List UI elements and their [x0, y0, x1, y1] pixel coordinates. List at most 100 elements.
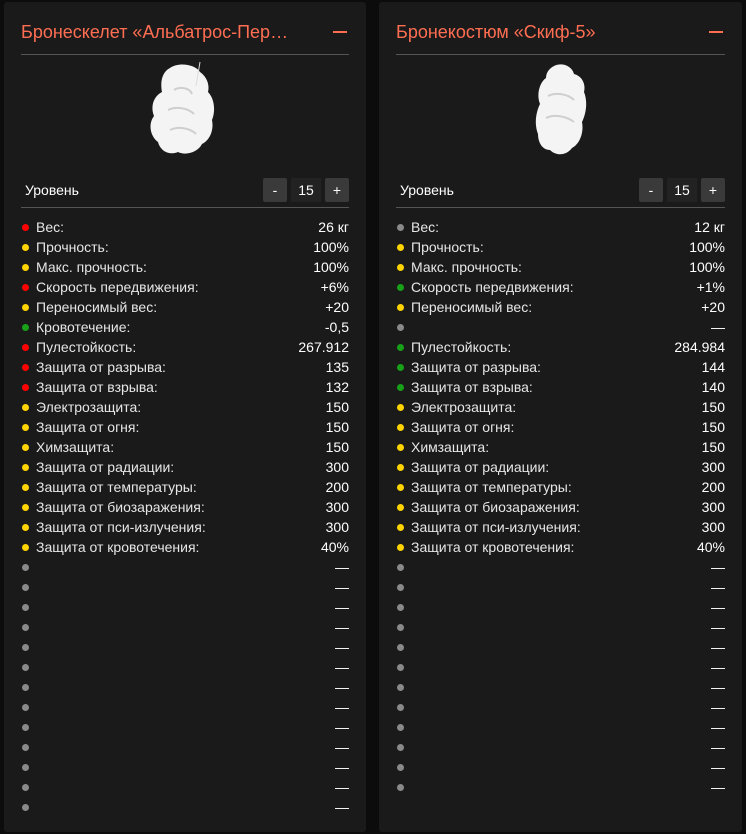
stat-value: —: [711, 579, 725, 595]
stat-row: —: [396, 617, 725, 637]
stat-label: Защита от кровотечения:: [411, 539, 575, 555]
stat-value: —: [711, 599, 725, 615]
stat-row: Защита от биозаражения: 300: [21, 497, 349, 517]
stat-value: —: [335, 559, 349, 575]
level-stepper: - 15 +: [263, 177, 349, 202]
status-dot-icon: [397, 463, 404, 471]
stat-row: Пулестойкость: 284.984: [396, 337, 725, 357]
status-dot-icon: [22, 783, 29, 791]
status-dot-icon: [397, 243, 404, 251]
status-dot-icon: [397, 363, 404, 371]
stat-value: +6%: [320, 279, 349, 295]
level-decrease-button[interactable]: -: [263, 177, 287, 202]
stat-label: Защита от пси-излучения:: [36, 519, 206, 535]
stat-row: —: [396, 717, 725, 737]
status-dot-icon: [22, 763, 29, 771]
stat-value: —: [335, 599, 349, 615]
stat-row: Прочность: 100%: [396, 237, 725, 257]
stat-row: Кровотечение: -0,5: [21, 317, 349, 337]
stat-label: Прочность:: [411, 239, 484, 255]
status-dot-icon: [397, 303, 404, 311]
stat-value: 135: [325, 359, 349, 375]
stat-value: —: [711, 559, 725, 575]
stat-row: Пулестойкость: 267.912: [21, 337, 349, 357]
stat-row: —: [21, 757, 349, 777]
status-dot-icon: [397, 403, 404, 411]
stat-row: —: [396, 657, 725, 677]
stat-row: Защита от разрыва: 135: [21, 357, 349, 377]
stat-label: Защита от температуры:: [36, 479, 197, 495]
stat-value: +20: [701, 299, 725, 315]
panel-header: Бронекостюм «Скиф-5»: [396, 2, 725, 55]
status-dot-icon: [22, 723, 29, 731]
stat-value: 300: [701, 459, 725, 475]
stat-label: Защита от разрыва:: [36, 359, 166, 375]
stat-value: 26 кг: [318, 219, 349, 235]
stat-value: —: [335, 579, 349, 595]
level-row: Уровень - 15 +: [396, 172, 725, 208]
stat-label: Вес:: [36, 219, 65, 235]
stat-row: Вес: 26 кг: [21, 217, 349, 237]
stat-value: —: [711, 659, 725, 675]
status-dot-icon: [397, 343, 404, 351]
stat-row: Защита от радиации: 300: [21, 457, 349, 477]
status-dot-icon: [397, 583, 404, 591]
stat-value: 200: [701, 479, 725, 495]
level-increase-button[interactable]: +: [701, 177, 725, 202]
stat-row: Электрозащита: 150: [21, 397, 349, 417]
stat-row: —: [396, 777, 725, 797]
stat-row: —: [396, 757, 725, 777]
stat-row: Защита от взрыва: 132: [21, 377, 349, 397]
stat-row: —: [396, 317, 725, 337]
stat-row: Защита от температуры: 200: [396, 477, 725, 497]
item-image: [379, 60, 742, 160]
stat-value: -0,5: [324, 319, 349, 335]
status-dot-icon: [22, 743, 29, 751]
stat-row: Защита от температуры: 200: [21, 477, 349, 497]
stat-value: 150: [701, 419, 725, 435]
stat-value: 100%: [313, 259, 349, 275]
status-dot-icon: [22, 223, 29, 231]
stat-value: —: [335, 659, 349, 675]
status-dot-icon: [22, 603, 29, 611]
stat-value: 150: [325, 439, 349, 455]
stat-label: Скорость передвижения:: [36, 279, 199, 295]
status-dot-icon: [397, 683, 404, 691]
stat-label: Кровотечение:: [36, 319, 131, 335]
stat-row: Защита от пси-излучения: 300: [396, 517, 725, 537]
stat-row: —: [21, 797, 349, 817]
stats-list: Вес: 12 кг Прочность: 100% Макс. прочность: 1…: [396, 217, 725, 797]
level-value[interactable]: 15: [667, 177, 697, 202]
stat-row: Защита от огня: 150: [396, 417, 725, 437]
stat-value: —: [335, 739, 349, 755]
stat-value: 150: [701, 399, 725, 415]
status-dot-icon: [22, 363, 29, 371]
stat-label: Электрозащита:: [36, 399, 142, 415]
stat-row: —: [21, 737, 349, 757]
status-dot-icon: [22, 703, 29, 711]
level-decrease-button[interactable]: -: [639, 177, 663, 202]
stat-row: —: [21, 677, 349, 697]
item-title: Бронескелет «Альбатрос-Пер…: [21, 21, 289, 42]
collapse-minus-icon[interactable]: [709, 25, 723, 39]
stat-label: Защита от огня:: [36, 419, 140, 435]
stat-value: —: [335, 639, 349, 655]
stat-value: —: [711, 699, 725, 715]
stat-value: 200: [325, 479, 349, 495]
status-dot-icon: [22, 463, 29, 471]
status-dot-icon: [397, 563, 404, 571]
status-dot-icon: [397, 763, 404, 771]
stat-row: —: [21, 777, 349, 797]
level-value[interactable]: 15: [291, 177, 321, 202]
collapse-minus-icon[interactable]: [333, 25, 347, 39]
stat-row: Скорость передвижения: +6%: [21, 277, 349, 297]
status-dot-icon: [397, 623, 404, 631]
stat-value: —: [335, 799, 349, 815]
stat-label: Защита от радиации:: [411, 459, 550, 475]
status-dot-icon: [22, 543, 29, 551]
stat-value: +1%: [696, 279, 725, 295]
status-dot-icon: [397, 503, 404, 511]
stat-row: —: [21, 557, 349, 577]
level-increase-button[interactable]: +: [325, 177, 349, 202]
stat-value: 150: [325, 419, 349, 435]
